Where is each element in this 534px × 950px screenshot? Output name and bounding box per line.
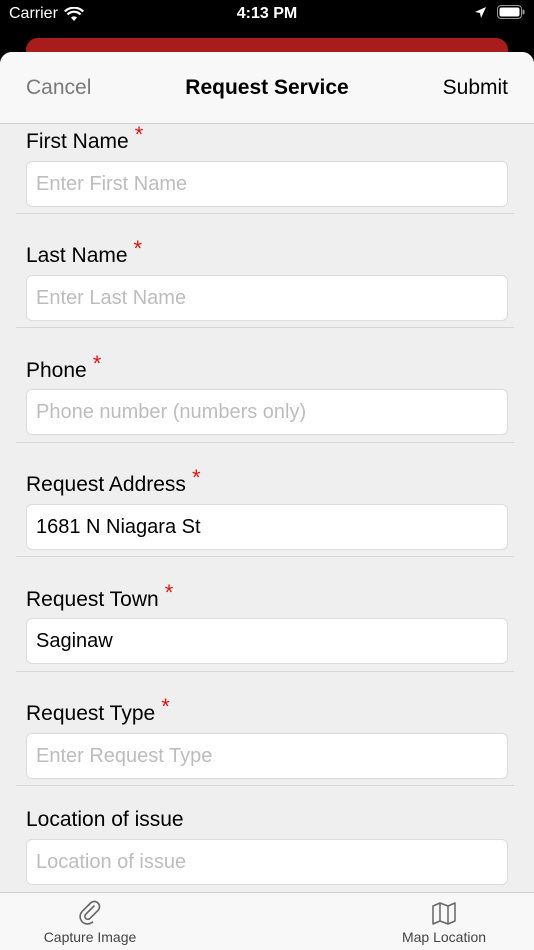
battery-icon [497, 5, 525, 19]
divider [16, 671, 514, 672]
phone-label-text: Phone [26, 359, 87, 382]
request-address-label: Request Address * [26, 465, 201, 497]
phone-input[interactable] [26, 389, 508, 435]
phone-label: Phone * [26, 351, 101, 383]
request-town-label: Request Town * [26, 580, 173, 612]
required-marker: * [92, 351, 102, 376]
divider [16, 785, 514, 786]
map-icon [432, 902, 456, 925]
required-marker: * [191, 465, 201, 490]
location-of-issue-label: Location of issue [26, 808, 184, 832]
tab-bar: Capture Image Map Location [0, 892, 534, 950]
paperclip-icon [79, 900, 101, 925]
map-location-label: Map Location [401, 929, 487, 945]
navigation-bar: Cancel Request Service Submit [0, 52, 534, 124]
location-of-issue-input[interactable] [26, 839, 508, 885]
tab-map-location[interactable]: Map Location [374, 899, 514, 945]
request-type-label-text: Request Type [26, 702, 156, 725]
request-address-input[interactable] [26, 504, 508, 550]
request-type-input[interactable] [26, 733, 508, 779]
status-time: 4:13 PM [236, 5, 298, 22]
required-marker: * [164, 580, 174, 605]
location-of-issue-label-text: Location of issue [26, 808, 184, 831]
status-bar: Carrier 4:13 PM [0, 0, 534, 30]
first-name-label-text: First Name [26, 130, 129, 153]
first-name-label: First Name * [26, 122, 143, 154]
last-name-label: Last Name * [26, 236, 142, 268]
divider [16, 442, 514, 443]
capture-image-label: Capture Image [43, 929, 137, 945]
required-marker: * [161, 694, 170, 719]
first-name-input[interactable] [26, 161, 508, 207]
request-town-label-text: Request Town [26, 588, 159, 611]
location-arrow-icon [475, 6, 486, 18]
divider [16, 556, 514, 557]
status-right [474, 5, 525, 19]
request-address-label-text: Request Address [26, 473, 186, 496]
last-name-label-text: Last Name [26, 244, 128, 267]
last-name-input[interactable] [26, 275, 508, 321]
divider [16, 327, 514, 328]
divider [16, 213, 514, 214]
request-type-label: Request Type * [26, 694, 170, 726]
required-marker: * [134, 122, 144, 147]
request-town-input[interactable] [26, 618, 508, 664]
request-service-sheet: Cancel Request Service Submit First Name… [0, 52, 534, 950]
required-marker: * [133, 236, 143, 261]
submit-button[interactable]: Submit [443, 76, 508, 100]
tab-capture-image[interactable]: Capture Image [20, 899, 160, 945]
